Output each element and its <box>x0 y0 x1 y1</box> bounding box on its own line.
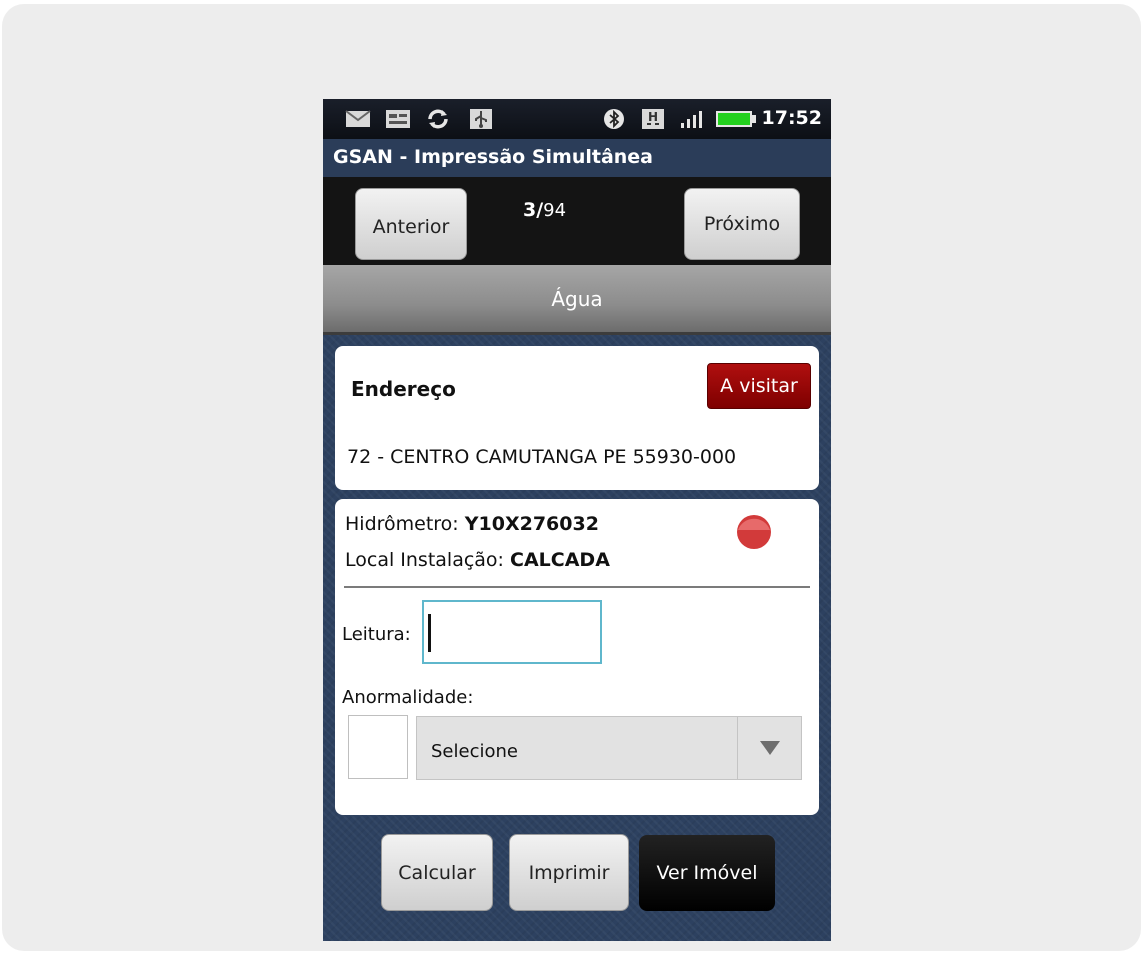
meter-value: Y10X276032 <box>464 513 599 535</box>
total-records: 94 <box>543 200 567 221</box>
calculate-button[interactable]: Calcular <box>381 834 493 911</box>
previous-button[interactable]: Anterior <box>355 188 467 260</box>
app-title: GSAN - Impressão Simultânea <box>333 146 654 168</box>
next-button[interactable]: Próximo <box>684 188 800 260</box>
tasks-icon <box>386 110 410 128</box>
dropdown-arrow-icon[interactable] <box>737 717 801 779</box>
usb-icon <box>470 109 492 129</box>
status-badge: A visitar <box>707 363 811 409</box>
address-text: 72 - CENTRO CAMUTANGA PE 55930-000 <box>347 446 737 468</box>
anomaly-select-value: Selecione <box>431 741 518 762</box>
svg-text:H: H <box>648 110 658 124</box>
battery-icon <box>716 111 756 127</box>
anomaly-code-field[interactable] <box>348 715 408 779</box>
tab-agua[interactable]: Água <box>323 265 831 335</box>
text-caret <box>428 614 431 652</box>
meter-label: Hidrômetro: <box>345 513 459 535</box>
mail-icon <box>345 110 371 127</box>
install-line: Local Instalação: CALCADA <box>345 549 610 571</box>
divider <box>344 586 810 588</box>
status-bar: H 17:52 <box>323 99 831 139</box>
address-heading: Endereço <box>351 377 456 401</box>
signal-icon <box>681 111 702 128</box>
meter-line: Hidrômetro: Y10X276032 <box>345 513 599 535</box>
view-property-button[interactable]: Ver Imóvel <box>639 835 775 911</box>
anomaly-label: Anormalidade: <box>342 687 474 708</box>
reading-input[interactable] <box>422 600 602 664</box>
phone-screen: H 17:52 GSAN - Impressão Simultânea Ante… <box>323 99 831 941</box>
clock: 17:52 <box>761 107 822 129</box>
status-dot-icon <box>737 515 771 549</box>
anomaly-select[interactable]: Selecione <box>416 716 802 780</box>
reading-label: Leitura: <box>342 624 411 645</box>
sync-icon <box>428 109 448 129</box>
app-title-bar: GSAN - Impressão Simultânea <box>323 139 831 177</box>
install-label: Local Instalação: <box>345 549 504 571</box>
current-record: 3/ <box>523 199 544 221</box>
print-button[interactable]: Imprimir <box>509 834 629 911</box>
bluetooth-icon <box>604 109 624 129</box>
network-h-icon: H <box>642 109 664 129</box>
record-counter: 3/94 <box>523 199 566 221</box>
install-value: CALCADA <box>510 549 610 571</box>
